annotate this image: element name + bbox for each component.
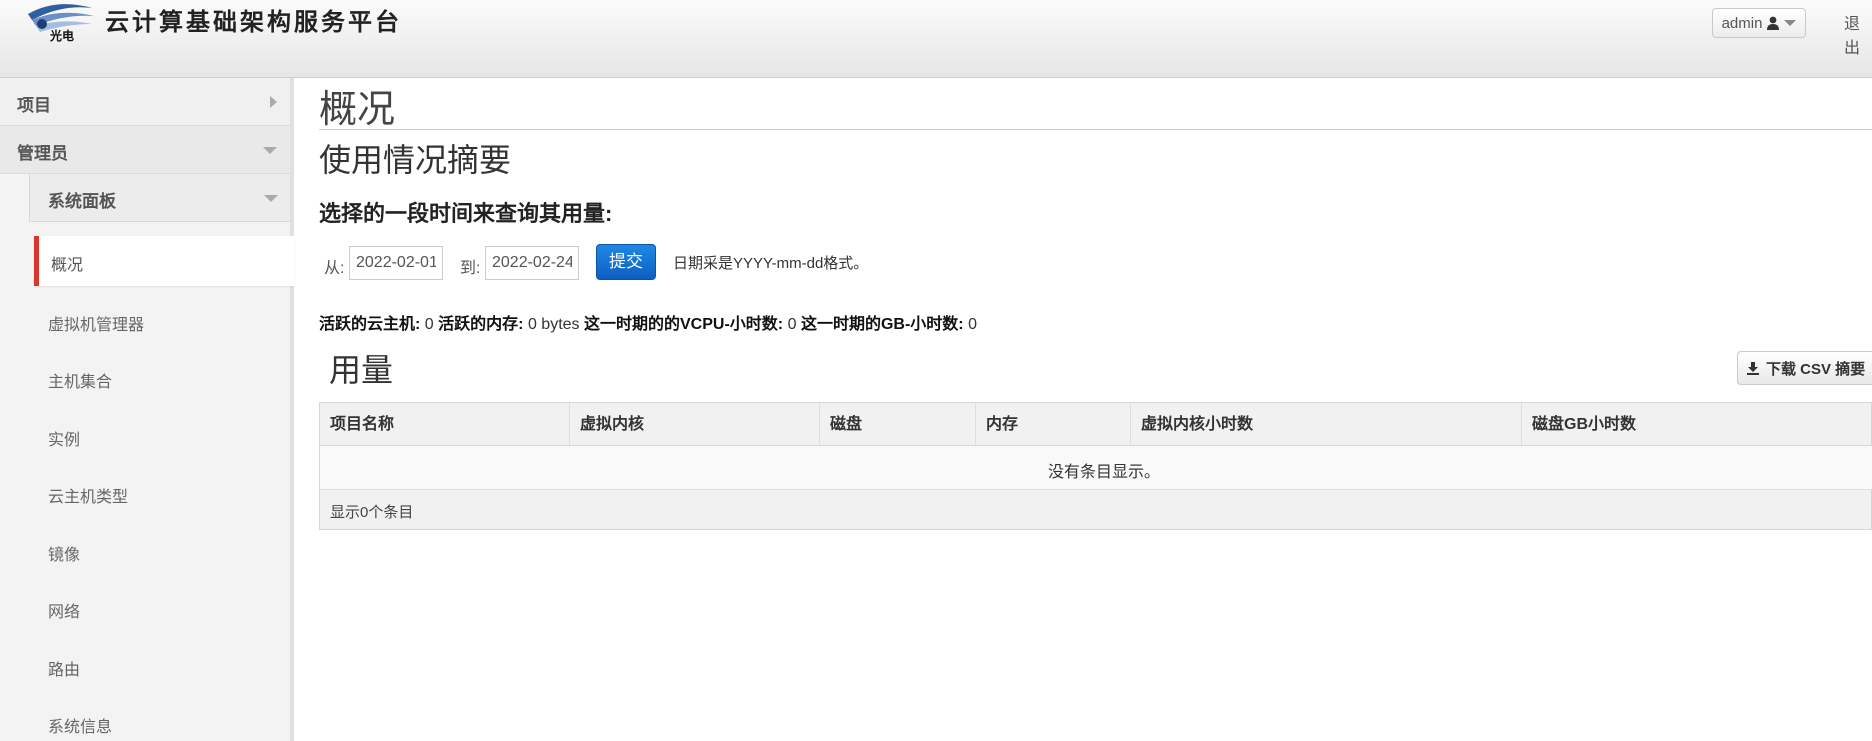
end-date-input[interactable] bbox=[485, 246, 579, 280]
from-label: 从: bbox=[324, 260, 345, 277]
sidebar-item-instances[interactable]: 实例 bbox=[48, 426, 80, 450]
logo-icon: 光电 bbox=[28, 4, 94, 43]
chevron-down-icon bbox=[1784, 20, 1797, 26]
to-label: 到: bbox=[460, 260, 481, 277]
sidebar-item-label: 概况 bbox=[51, 257, 84, 274]
usage-stats: 活跃的云主机: 0 活跃的内存: 0 bytes 这一时期的的VCPU-小时数:… bbox=[319, 310, 977, 334]
usage-title: 用量 bbox=[329, 352, 394, 388]
active-ram-value: 0 bytes bbox=[527, 316, 580, 333]
active-instances-value: 0 bbox=[424, 316, 434, 333]
sidebar-item-project[interactable]: 项目 bbox=[0, 78, 290, 126]
download-csv-button[interactable]: 下载 CSV 摘要 bbox=[1737, 351, 1872, 385]
gb-hours-value: 0 bbox=[968, 316, 977, 333]
sidebar-item-host-aggregates[interactable]: 主机集合 bbox=[48, 368, 112, 392]
logo-text: 光电 bbox=[49, 28, 74, 43]
vcpu-hours-label: 这一时期的的VCPU-小时数: bbox=[584, 316, 784, 333]
column-header-vcpu-hours[interactable]: 虚拟内核小时数 bbox=[1131, 403, 1522, 446]
table-footer: 显示0个条目 bbox=[319, 490, 1872, 530]
column-header-ram[interactable]: 内存 bbox=[976, 403, 1131, 446]
sidebar-item-hypervisors[interactable]: 虚拟机管理器 bbox=[48, 311, 144, 335]
download-csv-label: 下载 CSV 摘要 bbox=[1766, 360, 1866, 378]
brand-title: 云计算基础架构服务平台 bbox=[105, 7, 402, 36]
logout-link[interactable]: 退出 bbox=[1844, 10, 1872, 58]
sidebar-scrollbar[interactable] bbox=[290, 78, 294, 741]
title-divider bbox=[319, 129, 1872, 130]
gb-hours-label: 这一时期的GB-小时数: bbox=[800, 316, 964, 333]
sidebar-item-label: 项目 bbox=[17, 96, 51, 115]
user-name: admin bbox=[1721, 14, 1763, 32]
column-header-disk-gb-hours[interactable]: 磁盘GB小时数 bbox=[1522, 403, 1872, 446]
user-icon bbox=[1767, 16, 1780, 30]
sidebar-item-admin[interactable]: 管理员 bbox=[0, 126, 290, 174]
sidebar-item-networks[interactable]: 网络 bbox=[48, 598, 80, 622]
column-header-disk[interactable]: 磁盘 bbox=[820, 403, 976, 446]
sidebar-item-label: 管理员 bbox=[17, 144, 68, 163]
sidebar-item-images[interactable]: 镜像 bbox=[48, 541, 80, 565]
empty-message: 没有条目显示。 bbox=[1048, 464, 1161, 481]
active-instances-label: 活跃的云主机: bbox=[319, 316, 421, 333]
sidebar-item-system-info[interactable]: 系统信息 bbox=[48, 713, 112, 737]
top-header: 光电 云计算基础架构服务平台 admin 退出 bbox=[0, 0, 1872, 78]
active-ram-label: 活跃的内存: bbox=[438, 316, 524, 333]
download-icon bbox=[1747, 362, 1759, 375]
user-menu-button[interactable]: admin bbox=[1712, 8, 1806, 38]
sidebar-item-routers[interactable]: 路由 bbox=[48, 656, 80, 680]
submit-button[interactable]: 提交 bbox=[596, 244, 656, 280]
item-count: 显示0个条目 bbox=[330, 504, 414, 521]
chevron-down-icon bbox=[264, 195, 278, 202]
column-header-project-name[interactable]: 项目名称 bbox=[320, 403, 570, 446]
sidebar-item-label: 系统面板 bbox=[48, 192, 116, 211]
table-row: 没有条目显示。 bbox=[319, 446, 1872, 490]
chevron-right-icon bbox=[270, 96, 277, 108]
date-format-hint: 日期采是YYYY-mm-dd格式。 bbox=[673, 255, 869, 272]
vcpu-hours-value: 0 bbox=[787, 316, 797, 333]
sidebar-item-overview[interactable]: 概况 bbox=[34, 236, 294, 286]
section-title: 使用情况摘要 bbox=[319, 142, 512, 178]
sidebar-item-flavors[interactable]: 云主机类型 bbox=[48, 483, 128, 507]
column-header-vcpus[interactable]: 虚拟内核 bbox=[570, 403, 820, 446]
start-date-input[interactable] bbox=[349, 246, 443, 280]
sidebar-item-dashboard[interactable]: 系统面板 bbox=[29, 174, 290, 222]
table-header: 项目名称 虚拟内核 磁盘 内存 虚拟内核小时数 磁盘GB小时数 bbox=[319, 402, 1872, 446]
query-heading: 选择的一段时间来查询其用量: bbox=[319, 201, 613, 226]
page-title: 概况 bbox=[319, 89, 396, 131]
chevron-down-icon bbox=[263, 147, 277, 154]
